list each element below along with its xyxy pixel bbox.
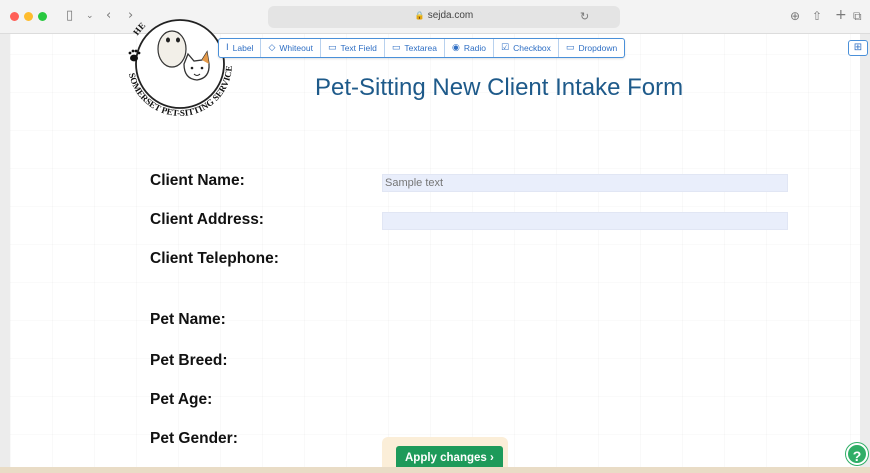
checkbox-icon: ☑ [501, 43, 510, 53]
page-area: SOMERSET PET-SITTING SERVICES HE ILabel … [0, 0, 870, 473]
new-tab-icon[interactable]: + [835, 7, 847, 23]
logo-top-text: HE [131, 20, 147, 37]
download-icon[interactable]: ⊕ [790, 8, 800, 24]
tool-textarea[interactable]: ▭ Textarea [385, 39, 445, 57]
tabs-overview-icon[interactable]: ⧉ [853, 8, 862, 24]
chevron-right-icon: › [490, 452, 494, 464]
url-text: sejda.com [427, 10, 474, 21]
tool-whiteout-text: Whiteout [279, 43, 313, 53]
textarea-icon: ▭ [391, 43, 401, 53]
tool-textarea-text: Textarea [404, 43, 437, 53]
client-telephone-label: Client Telephone: [150, 250, 279, 267]
tool-text-field-text: Text Field [340, 43, 377, 53]
close-window-button[interactable] [10, 12, 19, 21]
pet-gender-label: Pet Gender: [150, 430, 238, 447]
pet-breed-label: Pet Breed: [150, 352, 228, 369]
label-icon: I [226, 43, 229, 53]
grid-view-icon[interactable]: ⊞ [848, 40, 868, 56]
reload-icon[interactable]: ↻ [580, 9, 589, 25]
share-icon[interactable]: ⇧ [812, 8, 822, 24]
tool-label-text: Label [232, 43, 254, 53]
tool-text-field[interactable]: ▭ Text Field [321, 39, 385, 57]
client-address-input[interactable] [382, 212, 788, 230]
dropdown-icon: ▭ [565, 43, 575, 53]
pdf-page: SOMERSET PET-SITTING SERVICES HE ILabel … [10, 0, 860, 473]
client-name-label: Client Name: [150, 172, 245, 189]
tool-dropdown[interactable]: ▭ Dropdown [559, 39, 624, 57]
tool-radio[interactable]: ◉ Radio [445, 39, 495, 57]
address-bar[interactable]: 🔒 sejda.com [268, 6, 620, 28]
tool-checkbox[interactable]: ☑ Checkbox [494, 39, 559, 57]
tool-label[interactable]: I Label [219, 39, 262, 57]
apply-changes-label: Apply changes [405, 452, 487, 464]
radio-icon: ◉ [451, 43, 460, 53]
whiteout-icon: ◇ [268, 43, 276, 53]
tool-whiteout[interactable]: ◇ Whiteout [261, 39, 321, 57]
client-address-label: Client Address: [150, 211, 264, 228]
client-name-input[interactable] [382, 174, 788, 192]
form-title: Pet-Sitting New Client Intake Form [315, 74, 684, 101]
svg-text:HE: HE [131, 20, 147, 37]
tool-dropdown-text: Dropdown [578, 43, 618, 53]
minimize-window-button[interactable] [24, 12, 33, 21]
sidebar-icon[interactable]: ▯ [66, 8, 73, 24]
pet-age-label: Pet Age: [150, 391, 213, 408]
company-logo: SOMERSET PET-SITTING SERVICES HE [110, 0, 234, 118]
url-container: 🔒 sejda.com [268, 10, 620, 21]
bottom-strip [0, 467, 870, 473]
text-field-icon: ▭ [327, 43, 337, 53]
tool-radio-text: Radio [463, 43, 487, 53]
zoom-window-button[interactable] [38, 12, 47, 21]
chevron-down-icon[interactable]: ⌄ [86, 8, 94, 24]
help-button[interactable]: ? [846, 443, 868, 465]
tool-checkbox-text: Checkbox [513, 43, 551, 53]
form-toolbar: I Label ◇ Whiteout ▭ Text Field ▭ Textarea ◉… [218, 38, 626, 58]
lock-icon: 🔒 [414, 11, 425, 20]
pet-name-label: Pet Name: [150, 311, 226, 328]
